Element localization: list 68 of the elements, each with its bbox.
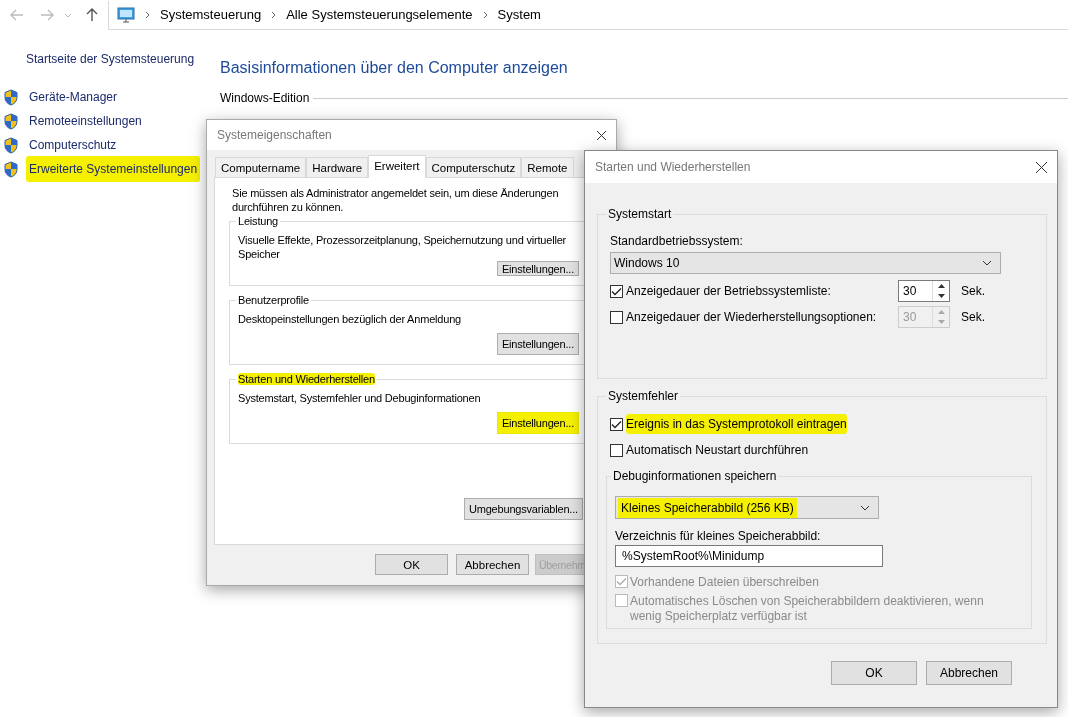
home-link[interactable]: Startseite der Systemsteuerung bbox=[26, 52, 220, 66]
tab[interactable]: Computerschutz bbox=[425, 157, 522, 177]
checkbox-label: Anzeigedauer der Betriebssystemliste: bbox=[626, 284, 832, 298]
checkbox-label: Vorhandene Dateien überschreiben bbox=[630, 575, 820, 590]
settings-button[interactable]: Einstellungen... bbox=[496, 412, 579, 434]
checkbox[interactable] bbox=[610, 443, 623, 457]
address-bar[interactable]: Systemsteuerung Alle Systemsteuerungselemente System bbox=[108, 0, 1068, 30]
tab[interactable]: Hardware bbox=[306, 157, 369, 177]
field-label: Verzeichnis für kleines Speicherabbild: bbox=[615, 529, 822, 543]
checkbox-label: Automatisches Löschen von Speicherabbildern deaktivieren, wenn wenig Speicherplatz verfügbar ist bbox=[630, 594, 985, 624]
shield-icon bbox=[3, 136, 19, 154]
section-title: Windows-Edition bbox=[220, 91, 310, 105]
shield-icon bbox=[3, 160, 19, 178]
settings-button[interactable]: Einstellungen... bbox=[496, 333, 579, 355]
chevron-icon bbox=[145, 10, 150, 19]
sidebar-link[interactable]: Computerschutz bbox=[26, 132, 120, 158]
close-icon[interactable] bbox=[596, 129, 607, 141]
settings-button[interactable]: Einstellungen... bbox=[496, 261, 579, 276]
up-arrow-icon[interactable] bbox=[86, 8, 98, 22]
dialog-button[interactable]: Abbrechen bbox=[926, 661, 1012, 685]
unit-label: Sek. bbox=[961, 284, 985, 298]
group-title: Debuginformationen speichern bbox=[613, 469, 777, 483]
group-description: Systemstart, Systemfehler und Debuginformationen bbox=[238, 391, 482, 405]
checkbox-label: Ereignis in das Systemprotokoll eintragen bbox=[626, 414, 847, 434]
group-description: Visuelle Effekte, Prozessorzeitplanung, Speichernutzung und virtueller Speicher bbox=[238, 233, 568, 261]
tab[interactable]: Remote bbox=[521, 157, 574, 177]
tab[interactable]: Erweitert bbox=[368, 155, 426, 178]
sidebar-link[interactable]: Geräte-Manager bbox=[26, 84, 121, 110]
directory-input[interactable]: %SystemRoot%\Minidump bbox=[615, 545, 883, 567]
dialog-title: Starten und Wiederherstellen bbox=[595, 160, 751, 174]
shield-icon bbox=[3, 88, 19, 106]
breadcrumb[interactable]: Alle Systemsteuerungselemente bbox=[286, 7, 473, 22]
checkbox[interactable] bbox=[610, 284, 623, 298]
number-spinner[interactable]: 30 bbox=[898, 280, 950, 302]
dialog-button[interactable]: OK bbox=[375, 554, 448, 575]
computer-icon bbox=[117, 6, 135, 23]
checkbox-label: Anzeigedauer der Wiederherstellungsoptionen: bbox=[626, 310, 878, 324]
dialog-button[interactable]: Abbrechen bbox=[456, 554, 529, 575]
checkbox-label: Automatisch Neustart durchführen bbox=[626, 442, 809, 459]
breadcrumb[interactable]: Systemsteuerung bbox=[160, 7, 262, 22]
dialog-title: Systemeigenschaften bbox=[217, 128, 332, 142]
tab[interactable]: Computername bbox=[215, 157, 307, 177]
admin-note: Sie müssen als Administrator angemeldet sein, um diese Änderungen durchführen zu können. bbox=[232, 186, 560, 214]
group-title: Leistung bbox=[238, 215, 278, 227]
spin-up-icon[interactable] bbox=[937, 284, 945, 288]
os-dropdown[interactable]: Windows 10 bbox=[610, 252, 1001, 274]
unit-label: Sek. bbox=[961, 310, 985, 324]
sidebar-link[interactable]: Erweiterte Systemeinstellungen bbox=[26, 156, 201, 182]
shield-icon bbox=[3, 112, 19, 130]
breadcrumb[interactable]: System bbox=[497, 7, 541, 22]
chevron-down-icon bbox=[860, 504, 870, 511]
dialog-button[interactable]: OK bbox=[831, 661, 917, 685]
page-heading: Basisinformationen über den Computer anzeigen bbox=[220, 59, 569, 77]
group-title: Benutzerprofile bbox=[238, 294, 309, 306]
checkbox[interactable] bbox=[610, 417, 623, 431]
group-description: Desktopeinstellungen bezüglich der Anmeldung bbox=[238, 312, 462, 326]
field-label: Standardbetriebssystem: bbox=[610, 234, 744, 248]
group-title: Starten und Wiederherstellen bbox=[238, 373, 375, 385]
chevron-icon bbox=[482, 10, 488, 19]
sidebar-link[interactable]: Remoteeinstellungen bbox=[26, 108, 145, 134]
chevron-down-icon bbox=[982, 260, 992, 266]
close-icon[interactable] bbox=[1035, 160, 1048, 174]
spin-down-icon[interactable] bbox=[937, 294, 945, 298]
environment-variables-button[interactable]: Umgebungsvariablen... bbox=[464, 498, 583, 520]
group-title: Systemfehler bbox=[608, 389, 679, 403]
chevron-icon bbox=[271, 10, 277, 19]
group-title: Systemstart bbox=[608, 207, 672, 221]
dump-type-dropdown[interactable]: Kleines Speicherabbild (256 KB) bbox=[615, 496, 879, 519]
